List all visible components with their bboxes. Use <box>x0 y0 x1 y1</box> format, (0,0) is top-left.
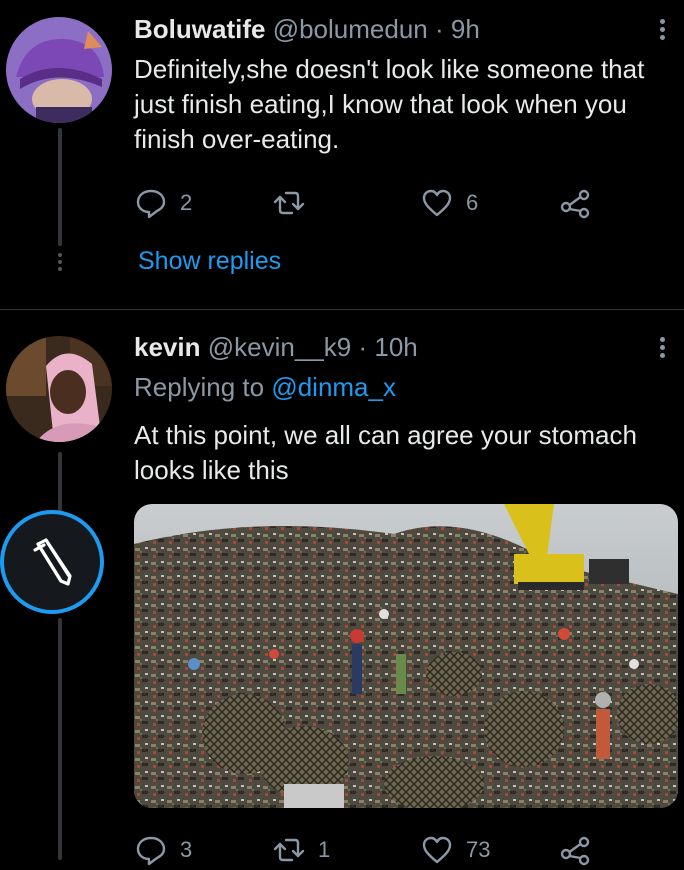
tweet-header: kevin @kevin__k9 · 10h <box>134 332 418 363</box>
like-icon <box>422 836 452 864</box>
share-button[interactable] <box>558 830 592 870</box>
share-icon <box>560 836 590 866</box>
tweet-text: Definitely,she doesn't look like someone… <box>134 54 645 154</box>
retweet-button[interactable]: 1 <box>272 830 330 870</box>
tweet-actions: 3 1 73 <box>134 830 654 870</box>
separator: · <box>358 332 368 362</box>
compose-icon <box>33 538 72 586</box>
like-button[interactable]: 6 <box>420 183 478 223</box>
replying-prefix: Replying to <box>134 372 265 402</box>
like-icon <box>422 189 452 217</box>
reply-count: 2 <box>180 190 193 215</box>
avatar[interactable] <box>6 336 112 442</box>
author-handle[interactable]: @bolumedun <box>273 14 428 44</box>
reply-count: 3 <box>180 837 193 862</box>
retweet-count: 1 <box>318 837 331 862</box>
like-button[interactable]: 73 <box>420 830 490 870</box>
more-icon[interactable] <box>658 16 666 43</box>
author-name[interactable]: kevin <box>134 332 201 362</box>
show-replies-link[interactable]: Show replies <box>138 247 281 276</box>
more-icon[interactable] <box>658 334 666 361</box>
mention-link[interactable]: @dinma_x <box>271 372 396 402</box>
like-count: 6 <box>466 190 479 215</box>
compose-button[interactable] <box>0 510 104 614</box>
author-name[interactable]: Boluwatife <box>134 14 265 44</box>
reply-icon <box>136 836 166 866</box>
avatar[interactable] <box>6 17 112 123</box>
share-icon <box>560 189 590 219</box>
retweet-icon <box>273 838 305 862</box>
compose-button-inner <box>4 514 100 610</box>
thread-line <box>58 618 62 860</box>
tweet-image[interactable] <box>134 504 678 808</box>
share-button[interactable] <box>558 183 592 223</box>
separator: · <box>434 14 444 44</box>
timestamp[interactable]: 10h <box>374 332 417 362</box>
timestamp[interactable]: 9h <box>451 14 480 44</box>
reply-button[interactable]: 3 <box>134 830 192 870</box>
tweet-header: Boluwatife @bolumedun · 9h <box>134 14 480 45</box>
tweet-actions: 2 6 <box>134 183 654 223</box>
author-handle[interactable]: @kevin__k9 <box>208 332 351 362</box>
retweet-icon <box>273 191 305 215</box>
thread-line <box>58 452 62 512</box>
like-count: 73 <box>466 837 491 862</box>
thread-line <box>58 128 62 246</box>
replying-to: Replying to @dinma_x <box>134 372 396 403</box>
reply-button[interactable]: 2 <box>134 183 192 223</box>
retweet-button[interactable] <box>272 183 318 223</box>
thread-more-dots <box>56 250 64 274</box>
reply-icon <box>136 189 166 219</box>
divider <box>0 309 684 310</box>
tweet-text: At this point, we all can agree your sto… <box>134 420 637 485</box>
